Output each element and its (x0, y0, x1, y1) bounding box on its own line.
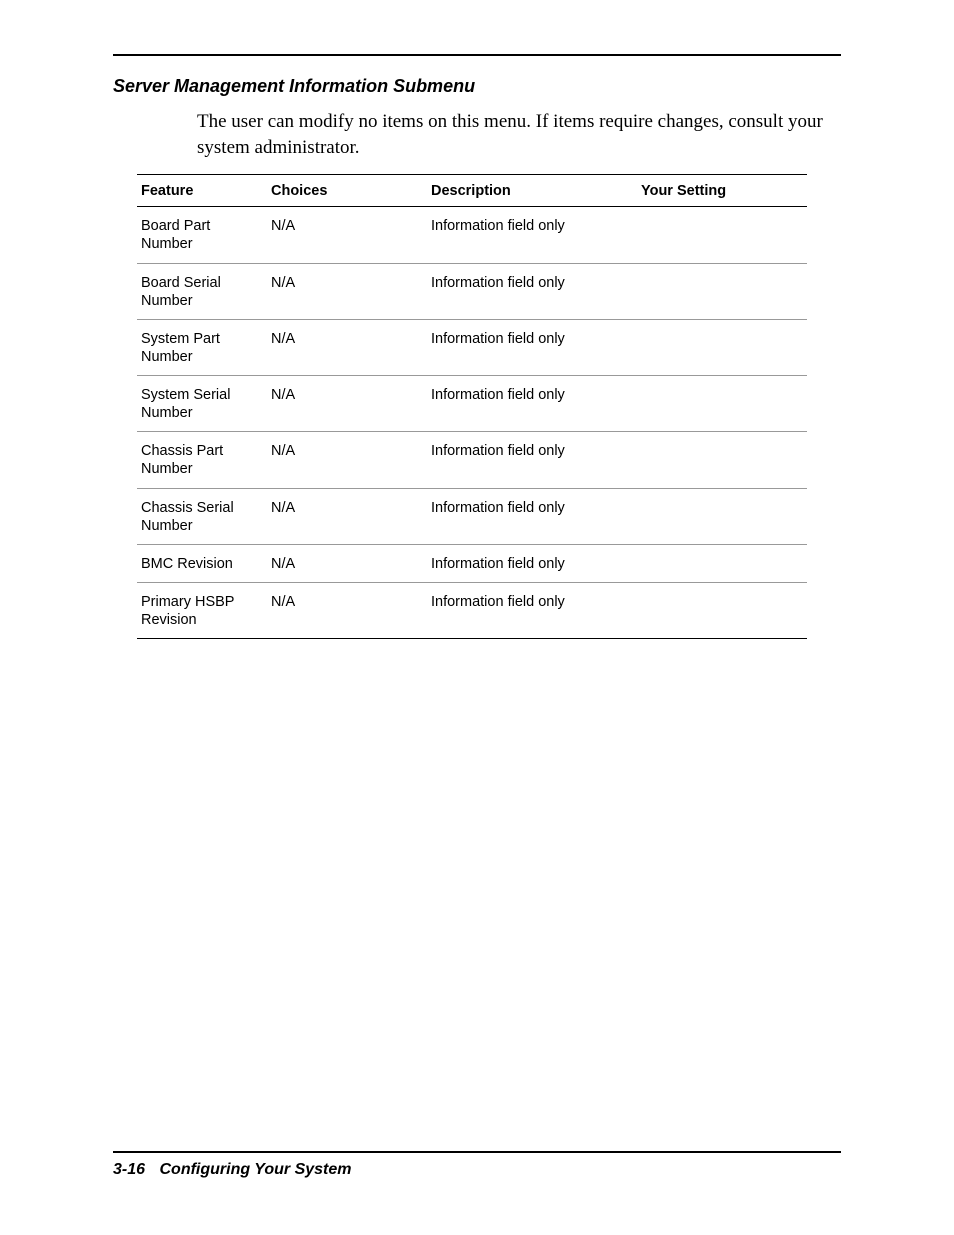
cell-description: Information field only (427, 207, 637, 263)
cell-description: Information field only (427, 488, 637, 544)
cell-choices: N/A (267, 319, 427, 375)
header-choices: Choices (267, 175, 427, 207)
cell-feature: Board Serial Number (137, 263, 267, 319)
settings-table: Feature Choices Description Your Setting… (137, 174, 807, 639)
cell-feature: System Serial Number (137, 376, 267, 432)
cell-description: Information field only (427, 376, 637, 432)
cell-description: Information field only (427, 544, 637, 582)
cell-description: Information field only (427, 432, 637, 488)
intro-paragraph: The user can modify no items on this men… (197, 109, 841, 160)
table-row: System Part Number N/A Information field… (137, 319, 807, 375)
header-feature: Feature (137, 175, 267, 207)
cell-setting (637, 582, 807, 638)
cell-choices: N/A (267, 544, 427, 582)
cell-choices: N/A (267, 207, 427, 263)
cell-choices: N/A (267, 432, 427, 488)
cell-feature: Chassis Serial Number (137, 488, 267, 544)
cell-feature: System Part Number (137, 319, 267, 375)
section-title: Server Management Information Submenu (113, 76, 841, 97)
cell-feature: Chassis Part Number (137, 432, 267, 488)
page-content: Server Management Information Submenu Th… (113, 76, 841, 639)
table-row: Board Part Number N/A Information field … (137, 207, 807, 263)
cell-setting (637, 488, 807, 544)
cell-description: Information field only (427, 319, 637, 375)
cell-setting (637, 432, 807, 488)
cell-choices: N/A (267, 582, 427, 638)
page-border-bottom (113, 1151, 841, 1153)
cell-choices: N/A (267, 488, 427, 544)
cell-setting (637, 376, 807, 432)
cell-choices: N/A (267, 376, 427, 432)
cell-choices: N/A (267, 263, 427, 319)
cell-setting (637, 544, 807, 582)
page-footer: 3-16 Configuring Your System (113, 1161, 352, 1179)
cell-description: Information field only (427, 263, 637, 319)
table-row: System Serial Number N/A Information fie… (137, 376, 807, 432)
table-row: Primary HSBP Revision N/A Information fi… (137, 582, 807, 638)
header-setting: Your Setting (637, 175, 807, 207)
cell-description: Information field only (427, 582, 637, 638)
cell-feature: Board Part Number (137, 207, 267, 263)
table-row: Chassis Serial Number N/A Information fi… (137, 488, 807, 544)
header-description: Description (427, 175, 637, 207)
table-row: Chassis Part Number N/A Information fiel… (137, 432, 807, 488)
chapter-title: Configuring Your System (159, 1161, 351, 1178)
cell-setting (637, 319, 807, 375)
cell-setting (637, 263, 807, 319)
table-row: Board Serial Number N/A Information fiel… (137, 263, 807, 319)
cell-feature: Primary HSBP Revision (137, 582, 267, 638)
table-row: BMC Revision N/A Information field only (137, 544, 807, 582)
table-header-row: Feature Choices Description Your Setting (137, 175, 807, 207)
cell-feature: BMC Revision (137, 544, 267, 582)
cell-setting (637, 207, 807, 263)
page-border-top (113, 54, 841, 56)
page-number: 3-16 (113, 1161, 145, 1178)
